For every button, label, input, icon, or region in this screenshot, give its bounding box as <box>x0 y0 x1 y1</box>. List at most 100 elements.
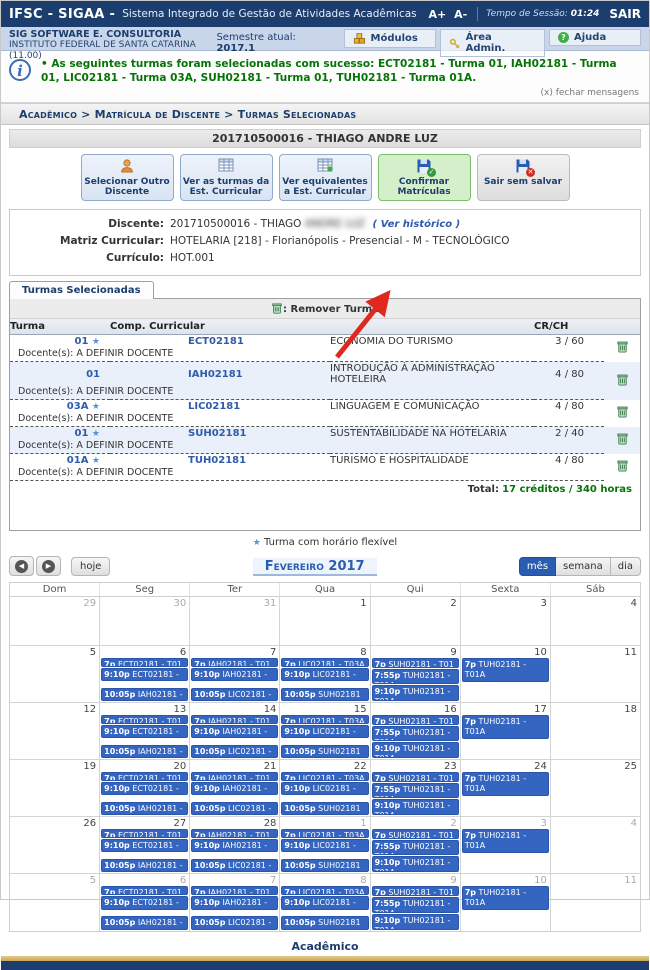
calendar-event[interactable]: 10:05p SUH02181 - T01 <box>281 745 368 758</box>
remove-class-button[interactable] <box>604 362 640 400</box>
turma-link[interactable]: 01A ★ <box>10 454 110 468</box>
font-increase-button[interactable]: A+ <box>428 8 446 21</box>
calendar-event[interactable]: 7p ECT02181 - T01 <box>101 886 188 895</box>
calendar-next-button[interactable]: ▶ <box>36 556 61 576</box>
calendar-event[interactable]: 9:10p LIC02181 - T03A <box>281 839 368 852</box>
view-day-button[interactable]: dia <box>611 557 641 576</box>
modules-button[interactable]: Módulos <box>344 29 436 48</box>
view-curriculum-classes-button[interactable]: Ver as turmas da Est. Curricular <box>180 154 273 201</box>
calendar-event[interactable]: 10:05p IAH02181 - T01 <box>101 859 188 872</box>
breadcrumb[interactable]: Acadêmico > Matrícula de Discente > Turm… <box>1 103 649 125</box>
calendar-event[interactable]: 10:05p IAH02181 - T01 <box>101 802 188 815</box>
confirm-enrollment-button[interactable]: ✓ Confirmar Matrículas <box>378 154 471 201</box>
calendar-event[interactable]: 7:55p TUH02181 - T01A <box>372 669 459 685</box>
calendar-event[interactable]: 7p IAH02181 - T01 <box>191 829 278 838</box>
component-code-link[interactable]: IAH02181 <box>110 362 330 387</box>
calendar-event[interactable]: 9:10p TUH02181 - T01A <box>372 856 459 872</box>
calendar-event[interactable]: 7p TUH02181 - T01A <box>462 658 549 682</box>
calendar-event[interactable]: 9:10p ECT02181 - T01 <box>101 725 188 738</box>
component-code-link[interactable]: ECT02181 <box>110 335 330 349</box>
calendar-event[interactable]: 10:05p LIC02181 - T03A <box>191 745 278 758</box>
calendar-event[interactable]: 9:10p IAH02181 - T01 <box>191 725 278 738</box>
calendar-event[interactable]: 9:10p LIC02181 - T03A <box>281 668 368 681</box>
turma-link[interactable]: 01 ★ <box>10 427 110 441</box>
calendar-event[interactable]: 7:55p TUH02181 - T01A <box>372 897 459 913</box>
calendar-event[interactable]: 9:10p ECT02181 - T01 <box>101 896 188 910</box>
calendar-event[interactable]: 9:10p LIC02181 - T03A <box>281 896 368 910</box>
calendar-event[interactable]: 7:55p TUH02181 - T01A <box>372 783 459 799</box>
remove-class-button[interactable] <box>604 335 640 362</box>
calendar-event[interactable]: 9:10p ECT02181 - T01 <box>101 782 188 795</box>
calendar-event[interactable]: 10:05p SUH02181 - T01 <box>281 859 368 872</box>
calendar-event[interactable]: 7:55p TUH02181 - T01A <box>372 726 459 742</box>
calendar-event[interactable]: 7p LIC02181 - T03A <box>281 715 368 724</box>
calendar-prev-button[interactable]: ◀ <box>9 556 34 576</box>
logout-button[interactable]: SAIR <box>609 7 641 21</box>
calendar-event[interactable]: 9:10p IAH02181 - T01 <box>191 896 278 910</box>
calendar-event[interactable]: 10:05p IAH02181 - T01 <box>101 916 188 930</box>
close-messages-link[interactable]: (x) fechar mensagens <box>9 85 641 100</box>
calendar-event[interactable]: 7p LIC02181 - T03A <box>281 658 368 667</box>
calendar-event[interactable]: 7p LIC02181 - T03A <box>281 886 368 895</box>
calendar-event[interactable]: 7p ECT02181 - T01 <box>101 658 188 667</box>
calendar-event[interactable]: 7:55p TUH02181 - T01A <box>372 840 459 856</box>
calendar-event[interactable]: 9:10p ECT02181 - T01 <box>101 668 188 681</box>
tab-turmas-selecionadas[interactable]: Turmas Selecionadas <box>9 281 154 299</box>
turma-link[interactable]: 03A ★ <box>10 400 110 414</box>
help-button[interactable]: ? Ajuda <box>549 29 641 46</box>
calendar-event[interactable]: 7p ECT02181 - T01 <box>101 772 188 781</box>
calendar-event[interactable]: 9:10p TUH02181 - T01A <box>372 685 459 701</box>
calendar-event[interactable]: 9:10p ECT02181 - T01 <box>101 839 188 852</box>
calendar-event[interactable]: 7p SUH02181 - T01 <box>372 772 459 782</box>
calendar-event[interactable]: 7p SUH02181 - T01 <box>372 829 459 839</box>
remove-class-button[interactable] <box>604 400 640 427</box>
calendar-event[interactable]: 10:05p LIC02181 - T03A <box>191 688 278 701</box>
calendar-event[interactable]: 7p LIC02181 - T03A <box>281 772 368 781</box>
calendar-event[interactable]: 7p SUH02181 - T01 <box>372 658 459 668</box>
calendar-event[interactable]: 9:10p TUH02181 - T01A <box>372 914 459 930</box>
calendar-event[interactable]: 7p ECT02181 - T01 <box>101 829 188 838</box>
calendar-event[interactable]: 10:05p IAH02181 - T01 <box>101 745 188 758</box>
calendar-event[interactable]: 9:10p IAH02181 - T01 <box>191 668 278 681</box>
calendar-event[interactable]: 7p ECT02181 - T01 <box>101 715 188 724</box>
view-month-button[interactable]: mês <box>519 557 556 576</box>
component-code-link[interactable]: SUH02181 <box>110 427 330 441</box>
font-decrease-button[interactable]: A- <box>454 8 467 21</box>
remove-class-button[interactable] <box>604 454 640 481</box>
calendar-event[interactable]: 7p TUH02181 - T01A <box>462 886 549 910</box>
calendar-event[interactable]: 7p TUH02181 - T01A <box>462 715 549 739</box>
calendar-event[interactable]: 7p IAH02181 - T01 <box>191 886 278 895</box>
exit-without-saving-button[interactable]: ✕ Sair sem salvar <box>477 154 570 201</box>
calendar-today-button[interactable]: hoje <box>71 557 110 576</box>
calendar-event[interactable]: 10:05p SUH02181 - T01 <box>281 916 368 930</box>
calendar-event[interactable]: 10:05p SUH02181 - T01 <box>281 802 368 815</box>
calendar-event[interactable]: 9:10p TUH02181 - T01A <box>372 742 459 758</box>
calendar-event[interactable]: 10:05p LIC02181 - T03A <box>191 802 278 815</box>
calendar-event[interactable]: 10:05p LIC02181 - T03A <box>191 859 278 872</box>
view-history-link[interactable]: ( Ver histórico ) <box>373 219 461 230</box>
calendar-event[interactable]: 10:05p LIC02181 - T03A <box>191 916 278 930</box>
calendar-event[interactable]: 9:10p LIC02181 - T03A <box>281 725 368 738</box>
turma-link[interactable]: 01 ★ <box>10 335 110 349</box>
admin-area-button[interactable]: Área Admin. <box>440 29 545 57</box>
view-equivalents-button[interactable]: Ver equivalentes a Est. Curricular <box>279 154 372 201</box>
calendar-event[interactable]: 9:10p TUH02181 - T01A <box>372 799 459 815</box>
calendar-event[interactable]: 9:10p LIC02181 - T03A <box>281 782 368 795</box>
view-week-button[interactable]: semana <box>556 557 611 576</box>
calendar-event[interactable]: 9:10p IAH02181 - T01 <box>191 839 278 852</box>
calendar-event[interactable]: 10:05p IAH02181 - T01 <box>101 688 188 701</box>
turma-link[interactable]: 01 <box>10 362 110 387</box>
calendar-event[interactable]: 10:05p SUH02181 - T01 <box>281 688 368 701</box>
calendar-event[interactable]: 7p IAH02181 - T01 <box>191 658 278 667</box>
calendar-event[interactable]: 7p SUH02181 - T01 <box>372 886 459 896</box>
remove-class-button[interactable] <box>604 427 640 454</box>
calendar-event[interactable]: 9:10p IAH02181 - T01 <box>191 782 278 795</box>
calendar-event[interactable]: 7p LIC02181 - T03A <box>281 829 368 838</box>
calendar-event[interactable]: 7p TUH02181 - T01A <box>462 772 549 796</box>
component-code-link[interactable]: TUH02181 <box>110 454 330 468</box>
calendar-event[interactable]: 7p TUH02181 - T01A <box>462 829 549 853</box>
component-code-link[interactable]: LIC02181 <box>110 400 330 414</box>
calendar-event[interactable]: 7p IAH02181 - T01 <box>191 772 278 781</box>
calendar-event[interactable]: 7p SUH02181 - T01 <box>372 715 459 725</box>
calendar-event[interactable]: 7p IAH02181 - T01 <box>191 715 278 724</box>
